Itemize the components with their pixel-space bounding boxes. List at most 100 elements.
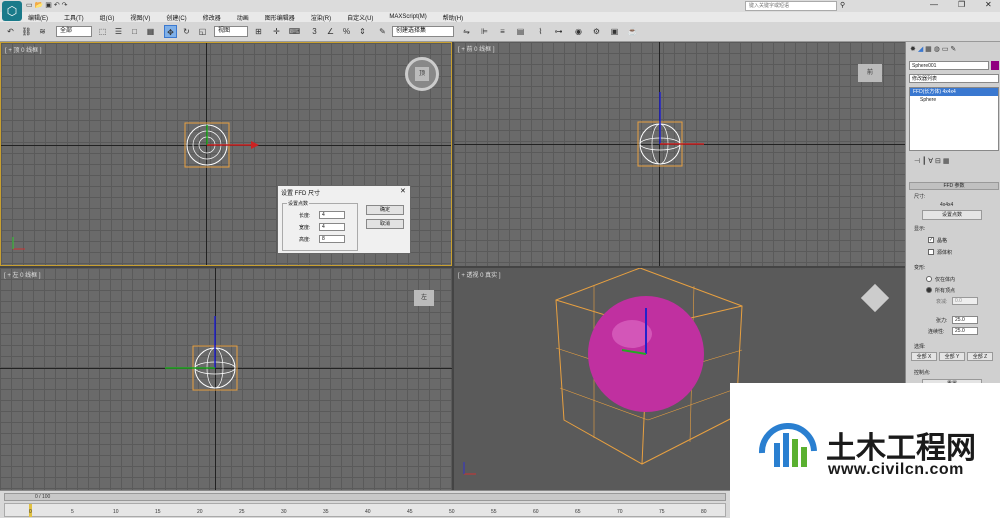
width-spinner[interactable]: 4 bbox=[319, 223, 345, 231]
viewport-label[interactable]: [ + 左 0 线框 ] bbox=[4, 270, 41, 279]
display-tab-icon[interactable]: ▭ bbox=[942, 46, 949, 53]
mirror-icon[interactable]: ⇋ bbox=[460, 25, 473, 38]
menu-item[interactable]: 自定义(U) bbox=[347, 13, 373, 22]
render-setup-icon[interactable]: ⚙ bbox=[590, 25, 603, 38]
binoculars-icon[interactable]: ⚲ bbox=[840, 1, 845, 9]
keyboard-shortcut-icon[interactable]: ⌨ bbox=[288, 25, 301, 38]
link-icon[interactable]: ⛓ bbox=[20, 25, 33, 38]
pivot-icon[interactable]: ⊞ bbox=[252, 25, 265, 38]
all-vertices-radio[interactable] bbox=[926, 287, 932, 293]
lattice-checkbox[interactable]: ✓ bbox=[928, 237, 934, 243]
remove-modifier-icon[interactable]: ⊟ bbox=[935, 158, 941, 165]
percent-snap-icon[interactable]: % bbox=[340, 25, 353, 38]
menu-item[interactable]: 视图(V) bbox=[130, 13, 150, 22]
all-z-button[interactable]: 全部 Z bbox=[967, 352, 993, 361]
all-x-button[interactable]: 全部 X bbox=[911, 352, 937, 361]
schematic-view-icon[interactable]: ⊶ bbox=[552, 25, 565, 38]
show-end-result-icon[interactable]: ┃ bbox=[922, 158, 926, 165]
menu-item[interactable]: 工具(T) bbox=[64, 13, 84, 22]
stack-item-ffd[interactable]: FFD(长方体) 4x4x4 bbox=[910, 88, 998, 96]
sphere-top-view[interactable] bbox=[171, 113, 271, 183]
motion-tab-icon[interactable]: ◍ bbox=[934, 46, 940, 53]
edit-named-selection-icon[interactable]: ✎ bbox=[376, 25, 389, 38]
redo-icon[interactable]: ↷ bbox=[62, 2, 68, 9]
viewcube[interactable] bbox=[858, 283, 892, 316]
cancel-button[interactable]: 取消 bbox=[366, 219, 404, 229]
select-by-name-icon[interactable]: ☰ bbox=[112, 25, 125, 38]
configure-sets-icon[interactable]: ▦ bbox=[943, 158, 950, 165]
viewport-left[interactable]: [ + 左 0 线框 ] 左 bbox=[0, 268, 452, 490]
sphere-front-view[interactable] bbox=[624, 87, 724, 177]
rotate-icon[interactable]: ↻ bbox=[180, 25, 193, 38]
continuity-spinner[interactable]: 25.0 bbox=[952, 327, 978, 335]
utilities-tab-icon[interactable]: ✎ bbox=[950, 46, 956, 53]
scale-icon[interactable]: ◱ bbox=[196, 25, 209, 38]
viewport-label[interactable]: [ + 前 0 线框 ] bbox=[458, 44, 495, 53]
menu-item[interactable]: 动画 bbox=[237, 13, 249, 22]
menu-item[interactable]: 帮助(H) bbox=[443, 13, 463, 22]
undo-icon[interactable]: ↶ bbox=[54, 2, 60, 9]
select-object-icon[interactable]: ⬚ bbox=[96, 25, 109, 38]
sphere-left-view[interactable] bbox=[160, 308, 260, 398]
move-icon[interactable]: ✥ bbox=[164, 25, 177, 38]
modifier-list-dropdown[interactable]: 修改器列表 bbox=[909, 74, 999, 83]
viewport-front[interactable]: [ + 前 0 线框 ] 前 bbox=[454, 42, 905, 266]
selection-filter-dropdown[interactable]: 全部 bbox=[56, 26, 92, 37]
length-spinner[interactable]: 4 bbox=[319, 211, 345, 219]
window-minimize-icon[interactable]: — bbox=[930, 0, 938, 9]
rendered-frame-icon[interactable]: ▣ bbox=[608, 25, 621, 38]
pin-stack-icon[interactable]: ⊣ bbox=[914, 158, 920, 165]
align-icon[interactable]: ⊫ bbox=[478, 25, 491, 38]
set-points-button[interactable]: 设置点数 bbox=[922, 210, 982, 220]
named-selection-set-dropdown[interactable]: 创建选择集 bbox=[392, 26, 454, 37]
menu-item[interactable]: 创建(C) bbox=[166, 13, 186, 22]
search-input[interactable]: 键入关键字或短语 bbox=[745, 1, 837, 11]
menu-item[interactable]: 渲染(R) bbox=[311, 13, 331, 22]
ffd-parameters-rollout-title[interactable]: FFD 参数 bbox=[909, 182, 999, 190]
menu-item[interactable]: MAXScript(M) bbox=[389, 14, 426, 20]
scene-explorer-icon[interactable]: ▤ bbox=[514, 25, 527, 38]
ok-button[interactable]: 确定 bbox=[366, 205, 404, 215]
angle-snap-icon[interactable]: ∠ bbox=[324, 25, 337, 38]
menu-item[interactable]: 组(G) bbox=[100, 13, 115, 22]
track-bar[interactable]: 0 5 10 15 20 25 30 35 40 45 50 55 60 65 70 75 80 bbox=[4, 503, 726, 517]
sphere-with-ffd-lattice[interactable] bbox=[544, 268, 744, 468]
only-in-volume-radio[interactable] bbox=[926, 276, 932, 282]
new-file-icon[interactable]: ▭ bbox=[26, 2, 33, 9]
open-file-icon[interactable]: 📂 bbox=[35, 2, 44, 9]
viewport-label[interactable]: [ + 透视 0 真实 ] bbox=[458, 270, 501, 279]
bind-spacewarp-icon[interactable]: ≋ bbox=[36, 25, 49, 38]
rect-selection-icon[interactable]: □ bbox=[128, 25, 141, 38]
snap-toggle-icon[interactable]: 3 bbox=[308, 25, 321, 38]
object-color-swatch[interactable] bbox=[991, 61, 999, 70]
time-slider[interactable]: 0 / 100 bbox=[4, 493, 726, 501]
modify-tab-icon[interactable]: ◢ bbox=[918, 46, 923, 53]
menu-item[interactable]: 图形编辑器 bbox=[265, 13, 295, 22]
close-icon[interactable]: ✕ bbox=[400, 187, 406, 195]
falloff-spinner[interactable]: 0.0 bbox=[952, 297, 978, 305]
viewcube[interactable]: 左 bbox=[414, 290, 434, 306]
reference-coord-dropdown[interactable]: 视图 bbox=[214, 26, 248, 37]
all-y-button[interactable]: 全部 Y bbox=[939, 352, 965, 361]
app-logo-icon[interactable]: ⬡ bbox=[2, 1, 22, 21]
height-spinner[interactable]: 8 bbox=[319, 235, 345, 243]
create-tab-icon[interactable]: ✸ bbox=[910, 46, 916, 53]
source-volume-checkbox[interactable] bbox=[928, 249, 934, 255]
window-crossing-icon[interactable]: ▦ bbox=[144, 25, 157, 38]
material-editor-icon[interactable]: ◉ bbox=[572, 25, 585, 38]
menu-item[interactable]: 编辑(E) bbox=[28, 13, 48, 22]
stack-item-sphere[interactable]: Sphere bbox=[910, 96, 998, 104]
hierarchy-tab-icon[interactable]: ▦ bbox=[925, 46, 932, 53]
object-name-field[interactable]: Sphere001 bbox=[909, 61, 989, 70]
viewport-label[interactable]: [ + 顶 0 线框 ] bbox=[5, 45, 42, 54]
viewcube[interactable]: 前 bbox=[858, 64, 882, 82]
viewcube[interactable]: 顶 bbox=[405, 57, 439, 91]
window-restore-icon[interactable]: ❐ bbox=[958, 0, 965, 9]
select-manipulate-icon[interactable]: ✛ bbox=[270, 25, 283, 38]
save-icon[interactable]: ▣ bbox=[45, 2, 52, 9]
layer-manager-icon[interactable]: ≡ bbox=[496, 25, 509, 38]
render-production-icon[interactable]: ☕ bbox=[626, 25, 639, 38]
spinner-snap-icon[interactable]: ⇕ bbox=[356, 25, 369, 38]
curve-editor-icon[interactable]: ⌇ bbox=[534, 25, 547, 38]
menu-item[interactable]: 修改器 bbox=[203, 13, 221, 22]
